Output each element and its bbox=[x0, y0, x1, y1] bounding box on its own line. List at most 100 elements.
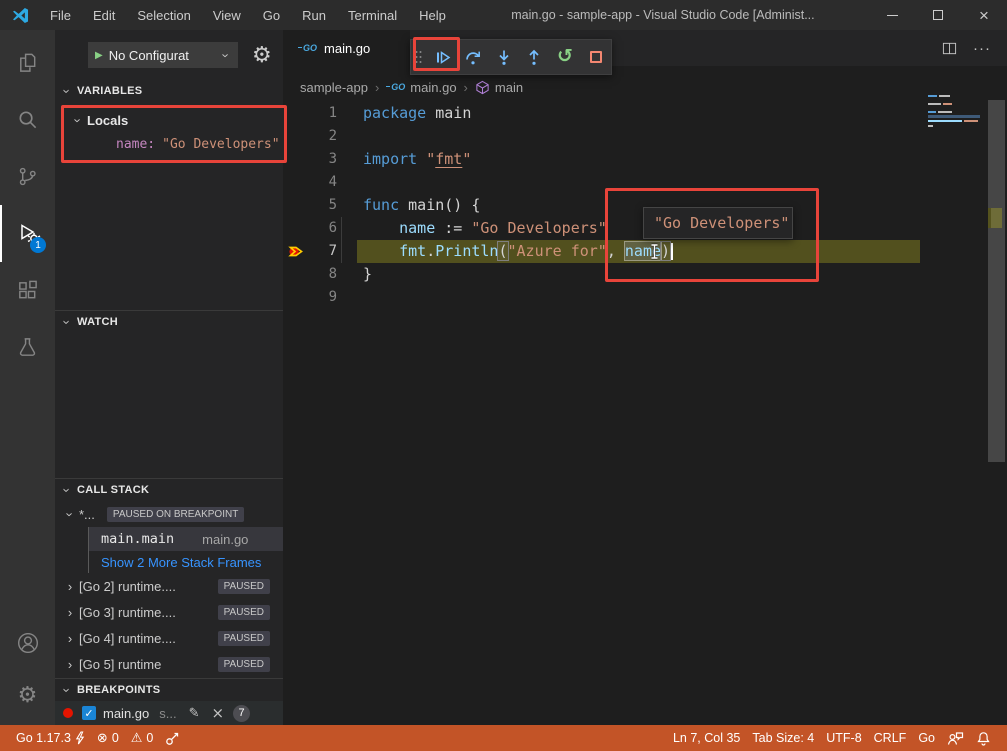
glyph-margin[interactable] bbox=[283, 263, 307, 286]
locals-scope-row[interactable]: › Locals bbox=[64, 108, 284, 132]
glyph-margin[interactable] bbox=[283, 217, 307, 240]
thread-status-badge: PAUSED bbox=[218, 657, 270, 672]
minimap[interactable] bbox=[926, 92, 988, 140]
glyph-margin[interactable] bbox=[283, 194, 307, 217]
menu-run[interactable]: Run bbox=[291, 8, 337, 23]
code-line-2[interactable]: 2 bbox=[283, 125, 1007, 148]
status-item-go[interactable]: Go bbox=[912, 731, 941, 745]
breadcrumb-separator: › bbox=[375, 80, 379, 95]
call-stack-thread[interactable]: ›[Go 5] runtimePAUSED bbox=[55, 651, 283, 677]
status-label: 0 bbox=[112, 731, 119, 745]
chevron-down-icon: › bbox=[63, 509, 78, 519]
glyph-margin[interactable] bbox=[283, 286, 307, 309]
variables-header[interactable]: › VARIABLES bbox=[55, 80, 283, 102]
status-item-bell-icon[interactable] bbox=[970, 731, 997, 746]
show-more-frames-link[interactable]: Show 2 More Stack Frames bbox=[89, 551, 283, 573]
glyph-margin[interactable] bbox=[283, 171, 307, 194]
call-stack-thread[interactable]: ›[Go 4] runtime....PAUSED bbox=[55, 625, 283, 651]
breadcrumb-item-main-go[interactable]: GOmain.go bbox=[386, 80, 456, 95]
breakpoints-header[interactable]: › BREAKPOINTS bbox=[55, 679, 283, 701]
menu-help[interactable]: Help bbox=[408, 8, 457, 23]
line-number: 8 bbox=[307, 263, 337, 286]
activity-item-testing[interactable] bbox=[0, 319, 55, 376]
status-item-0[interactable]: ⊗0 bbox=[91, 731, 125, 746]
menu-view[interactable]: View bbox=[202, 8, 252, 23]
activity-item-account[interactable] bbox=[0, 617, 55, 669]
status-item-ln-7-col-35[interactable]: Ln 7, Col 35 bbox=[667, 731, 746, 745]
call-stack-thread[interactable]: ›[Go 3] runtime....PAUSED bbox=[55, 599, 283, 625]
tab-main-go[interactable]: GO main.go bbox=[283, 30, 410, 66]
variable-name: name: bbox=[116, 137, 155, 152]
menu-edit[interactable]: Edit bbox=[82, 8, 126, 23]
code-line-7[interactable]: 7 fmt.Println("Azure for", name) bbox=[283, 240, 1007, 263]
menu-selection[interactable]: Selection bbox=[126, 8, 201, 23]
step-into-button[interactable] bbox=[488, 39, 519, 75]
debug-config-dropdown[interactable]: ▶ No Configurat › bbox=[88, 42, 238, 68]
variable-value: "Go Developers" bbox=[162, 137, 279, 152]
status-item-0[interactable]: ⚠0 bbox=[125, 731, 160, 746]
activity-item-source-control[interactable] bbox=[0, 148, 55, 205]
toolbar-grip-icon[interactable] bbox=[411, 48, 427, 66]
menu-terminal[interactable]: Terminal bbox=[337, 8, 408, 23]
status-item-tab-size-4[interactable]: Tab Size: 4 bbox=[746, 731, 820, 745]
code-token bbox=[417, 150, 426, 168]
continue-button[interactable] bbox=[427, 39, 458, 75]
code-line-3[interactable]: 3import "fmt" bbox=[283, 148, 1007, 171]
activity-item-run-and-debug[interactable]: 1 bbox=[0, 205, 55, 262]
activity-item-search[interactable] bbox=[0, 91, 55, 148]
restart-button[interactable]: ↺ bbox=[550, 39, 581, 75]
thread-label: [Go 4] runtime.... bbox=[79, 631, 176, 646]
scrollbar-thumb[interactable] bbox=[988, 100, 1005, 462]
watch-header[interactable]: › WATCH bbox=[55, 311, 283, 333]
call-stack-thread[interactable]: ›[Go 2] runtime....PAUSED bbox=[55, 573, 283, 599]
status-item-feedback-icon[interactable] bbox=[941, 731, 970, 746]
window-title: main.go - sample-app - Visual Studio Cod… bbox=[457, 8, 869, 22]
maximize-button[interactable] bbox=[915, 0, 961, 30]
stop-icon bbox=[590, 51, 602, 63]
code-line-8[interactable]: 8} bbox=[283, 263, 1007, 286]
breakpoint-current-line-icon[interactable] bbox=[283, 240, 307, 263]
stack-frame-row-selected[interactable]: main.main main.go bbox=[89, 527, 283, 551]
thread-label: [Go 5] runtime bbox=[79, 657, 161, 672]
breakpoint-checkbox[interactable]: ✓ bbox=[82, 706, 96, 720]
line-content: fmt.Println("Azure for", name) bbox=[337, 240, 673, 263]
step-into-icon bbox=[495, 49, 513, 66]
breakpoint-row[interactable]: ✓ main.go s... ✎ × 7 bbox=[55, 701, 283, 725]
step-over-icon bbox=[464, 49, 482, 66]
search-icon bbox=[16, 108, 39, 131]
minimize-button[interactable] bbox=[869, 0, 915, 30]
close-button[interactable]: × bbox=[961, 0, 1007, 30]
code-line-4[interactable]: 4 bbox=[283, 171, 1007, 194]
split-editor-icon[interactable] bbox=[942, 41, 957, 56]
stop-button[interactable] bbox=[580, 39, 611, 75]
menu-go[interactable]: Go bbox=[252, 8, 291, 23]
debug-sidebar: ▶ No Configurat › ⚙ › VARIABLES › Locals… bbox=[55, 30, 283, 725]
thread-label: [Go 2] runtime.... bbox=[79, 579, 176, 594]
call-stack-header[interactable]: › CALL STACK bbox=[55, 479, 283, 501]
debug-settings-gear-icon[interactable]: ⚙ bbox=[252, 43, 272, 68]
breadcrumb-item-sample-app[interactable]: sample-app bbox=[300, 80, 368, 95]
status-item-go-1-17-3[interactable]: Go 1.17.3 bbox=[10, 731, 91, 745]
code-line-1[interactable]: 1package main bbox=[283, 102, 1007, 125]
editor-scrollbar[interactable] bbox=[988, 30, 1005, 725]
breadcrumb: sample-app›GOmain.go›main bbox=[300, 76, 523, 98]
menu-file[interactable]: File bbox=[39, 8, 82, 23]
code-token: . bbox=[426, 242, 435, 260]
source-control-icon bbox=[16, 165, 39, 188]
activity-item-settings[interactable]: ⚙ bbox=[0, 669, 55, 721]
step-out-button[interactable] bbox=[519, 39, 550, 75]
status-item-utf-8[interactable]: UTF-8 bbox=[820, 731, 867, 745]
code-line-9[interactable]: 9 bbox=[283, 286, 1007, 309]
debug-session-row[interactable]: › *... PAUSED ON BREAKPOINT bbox=[55, 501, 283, 527]
remove-breakpoint-icon[interactable]: × bbox=[212, 704, 225, 722]
activity-item-explorer[interactable] bbox=[0, 34, 55, 91]
status-item-debug-status-icon[interactable] bbox=[159, 731, 186, 746]
variable-row[interactable]: name: "Go Developers" bbox=[64, 132, 284, 156]
edit-breakpoint-icon[interactable]: ✎ bbox=[189, 706, 200, 721]
chevron-down-icon: › bbox=[60, 485, 75, 495]
status-item-crlf[interactable]: CRLF bbox=[868, 731, 913, 745]
activity-item-extensions[interactable] bbox=[0, 262, 55, 319]
step-over-button[interactable] bbox=[458, 39, 489, 75]
status-label: Tab Size: 4 bbox=[752, 731, 814, 745]
breadcrumb-item-main[interactable]: main bbox=[475, 80, 523, 95]
